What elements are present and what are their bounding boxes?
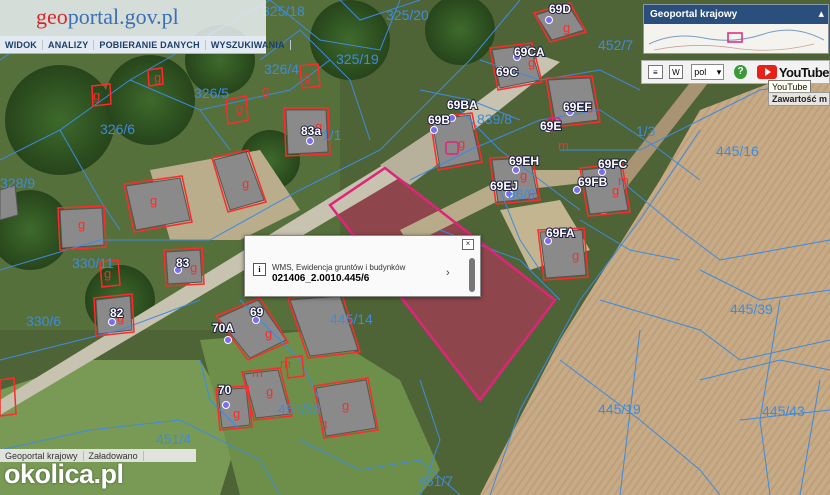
parcel-label: 445/19 — [598, 401, 641, 417]
language-select[interactable]: pol ▾ — [691, 64, 725, 80]
logo-text: geoportal.gov.pl — [36, 4, 179, 29]
parcel-label: 445/39 — [730, 301, 773, 317]
help-icon[interactable]: ? — [734, 65, 747, 79]
svg-text:g: g — [266, 384, 273, 399]
parcel-label: 330/11 — [72, 255, 114, 271]
chevron-right-icon[interactable]: › — [446, 267, 450, 279]
overview-minimap[interactable] — [644, 24, 828, 53]
svg-text:m: m — [252, 365, 263, 380]
info-icon: i — [253, 263, 266, 276]
parcel-label: 445/16 — [716, 143, 759, 159]
overview-title: Geoportal krajowy — [644, 5, 828, 24]
building-number-label: 83a — [301, 124, 321, 138]
parcel-label: 325/19 — [336, 51, 379, 67]
building-number-label: 69 — [250, 305, 264, 319]
menu-pobieranie-danych[interactable]: POBIERANIE DANYCH — [94, 39, 206, 50]
content-panel-tab[interactable]: Zawartość m — [768, 92, 830, 106]
svg-text:g: g — [458, 136, 465, 151]
svg-text:g: g — [78, 217, 85, 232]
building-number-label: 70A — [212, 321, 234, 335]
parcel-label: 1/1 — [322, 127, 342, 143]
parcel-label: 330/6 — [26, 313, 61, 329]
parcel-label: 325/18 — [262, 3, 305, 19]
menu-analizy[interactable]: ANALIZY — [43, 39, 95, 50]
svg-text:g: g — [236, 101, 243, 116]
geoportal-logo[interactable]: geoportal.gov.pl — [0, 0, 266, 36]
building-number-label: 69CA — [514, 45, 545, 59]
svg-text:g: g — [154, 70, 161, 85]
svg-text:g: g — [265, 326, 272, 341]
feature-info-popup: × i WMS, Ewidencja gruntów i budynków 02… — [244, 235, 481, 297]
parcel-label: 451/7 — [418, 473, 453, 489]
svg-text:m: m — [618, 173, 629, 188]
overview-map[interactable]: Geoportal krajowy ▴ — [643, 4, 829, 54]
parcel-label: 445/43 — [762, 403, 805, 419]
building-number-label: 69BA — [447, 98, 478, 112]
building-number-label: 69EF — [563, 100, 592, 114]
parcel-label: 445/14 — [330, 311, 373, 327]
building-number-label: 69FC — [598, 157, 628, 171]
building-number-label: 69EJ — [490, 179, 518, 193]
main-menu: WIDOK ANALIZY POBIERANIE DANYCH WYSZUKIW… — [0, 36, 291, 54]
svg-text:g: g — [320, 416, 327, 431]
watermark: okolica.pl — [4, 459, 124, 489]
parcel-label: 451/33 — [278, 401, 321, 417]
svg-text:g: g — [563, 20, 570, 35]
parcel-label: 326/4 — [264, 61, 299, 77]
svg-text:g: g — [242, 176, 249, 191]
building-number-label: 69C — [496, 65, 518, 79]
svg-text:m: m — [558, 138, 569, 153]
parcel-label: 839/8 — [477, 111, 512, 127]
parcel-label: 328/9 — [0, 175, 35, 191]
svg-text:g: g — [342, 398, 349, 413]
wms-icon[interactable]: W — [668, 65, 684, 79]
popup-scrollbar[interactable] — [469, 258, 475, 292]
layer-name: WMS, Ewidencja gruntów i budynków — [272, 263, 406, 272]
parcel-label: 451/4 — [156, 431, 191, 447]
parcel-label: 326/6 — [100, 121, 135, 137]
building-number-label: 69FB — [578, 175, 608, 189]
menu-widok[interactable]: WIDOK — [0, 39, 43, 50]
building-number-label: 69B — [428, 113, 450, 127]
building-number-label: 69E — [540, 119, 561, 133]
svg-text:g: g — [190, 260, 197, 275]
building-number-label: 69D — [549, 2, 571, 16]
building-number-label: 70 — [218, 383, 232, 397]
building-number-label: 69FA — [546, 226, 575, 240]
parcel-id[interactable]: 021406_2.0010.445/6 — [272, 273, 369, 284]
youtube-button[interactable]: YouTube — [756, 65, 830, 80]
building-number-label: 69EH — [509, 154, 539, 168]
close-icon[interactable]: × — [462, 239, 474, 250]
svg-text:g: g — [520, 168, 527, 183]
parcel-label: 452/7 — [598, 37, 633, 53]
parcel-label: 326/5 — [194, 85, 229, 101]
building-number-label: 82 — [110, 306, 124, 320]
building-number-label: 83 — [176, 256, 190, 270]
parcel-label: 325/20 — [386, 7, 429, 23]
svg-text:g: g — [572, 248, 579, 263]
svg-text:g: g — [233, 406, 240, 421]
svg-text:g: g — [93, 88, 100, 103]
legend-icon[interactable]: ≡ — [648, 65, 663, 79]
close-icon[interactable]: ▴ — [818, 7, 824, 20]
svg-text:g: g — [304, 69, 311, 84]
svg-text:m: m — [280, 356, 291, 371]
svg-text:g: g — [262, 83, 269, 98]
svg-text:g: g — [150, 193, 157, 208]
parcel-label: 1/3 — [636, 123, 656, 139]
menu-wyszukiwania[interactable]: WYSZUKIWANIA — [206, 39, 291, 50]
play-icon — [756, 65, 777, 79]
chevron-down-icon: ▾ — [716, 66, 722, 77]
